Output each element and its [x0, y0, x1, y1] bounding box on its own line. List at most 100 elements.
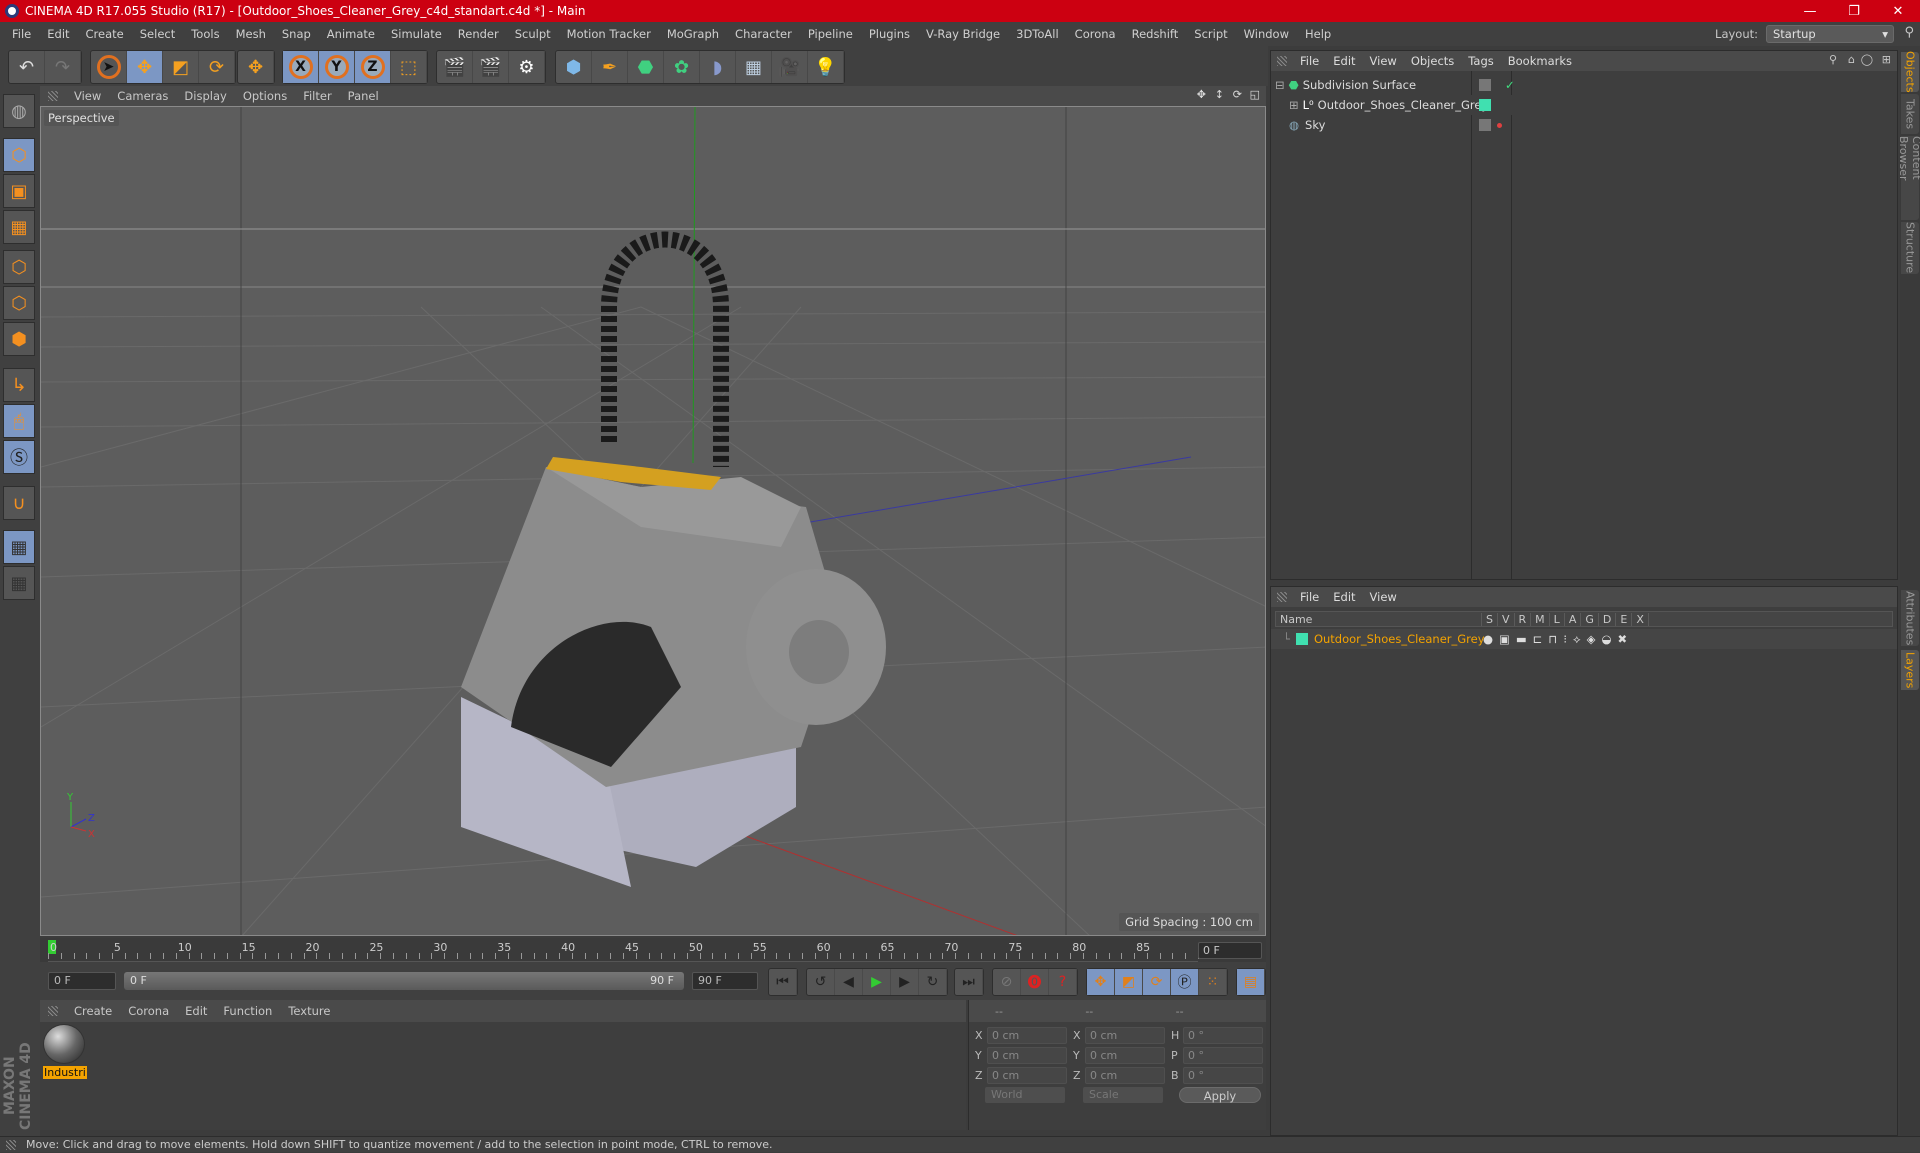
col-r[interactable]: R — [1515, 612, 1532, 626]
tab-takes[interactable]: Takes — [1901, 94, 1919, 134]
frame-range-slider[interactable]: 0 F 90 F — [124, 972, 684, 990]
layer-color-swatch[interactable] — [1295, 633, 1308, 645]
menu-window[interactable]: Window — [1236, 27, 1297, 41]
prev-key-icon[interactable]: ↺ — [807, 969, 835, 995]
om-menu-edit[interactable]: Edit — [1326, 54, 1362, 68]
layer-row[interactable]: └ Outdoor_Shoes_Cleaner_Grey ●▣▬⊏⊓⁝⟡◈◒✖ — [1271, 629, 1897, 649]
prev-frame-icon[interactable]: ◀ — [835, 969, 863, 995]
om-menu-view[interactable]: View — [1363, 54, 1404, 68]
menu-script[interactable]: Script — [1186, 27, 1235, 41]
tab-structure[interactable]: Structure — [1901, 222, 1919, 274]
col-d[interactable]: D — [1599, 612, 1617, 626]
menu-3dtoall[interactable]: 3DToAll — [1008, 27, 1067, 41]
timeline-icon[interactable]: ▤ — [1237, 969, 1265, 995]
col-l[interactable]: L — [1550, 612, 1565, 626]
menu-simulate[interactable]: Simulate — [383, 27, 450, 41]
scale-key-icon[interactable]: ◩ — [1115, 969, 1143, 995]
home-icon[interactable]: ⌂ — [1848, 53, 1855, 66]
lm-menu-file[interactable]: File — [1293, 590, 1326, 604]
restore-icon[interactable]: ❐ — [1832, 0, 1876, 22]
pos-y-field[interactable]: 0 cm — [987, 1046, 1067, 1064]
object-row[interactable]: ⊞ L⁰ Outdoor_Shoes_Cleaner_Grey — [1271, 95, 1897, 115]
material-menu-function[interactable]: Function — [215, 1004, 280, 1018]
menu-character[interactable]: Character — [727, 27, 800, 41]
om-menu-bookmarks[interactable]: Bookmarks — [1501, 54, 1579, 68]
col-name[interactable]: Name — [1276, 612, 1482, 626]
coord-mode-dropdown[interactable]: World — [985, 1087, 1065, 1103]
collapse-icon[interactable]: ⊟ — [1275, 78, 1285, 92]
render-picture-viewer-icon[interactable]: 🎬 — [473, 51, 509, 83]
viewport-perspective[interactable]: Y Z X Perspective Grid Spacing : 100 cm — [40, 106, 1266, 936]
go-end-icon[interactable]: ⏭ — [955, 969, 983, 995]
rot-p-field[interactable]: 0 ° — [1183, 1046, 1263, 1064]
end-frame-field[interactable]: 90 F — [692, 972, 758, 990]
play-icon[interactable]: ▶ — [863, 969, 891, 995]
menu-tools[interactable]: Tools — [183, 27, 227, 41]
tab-attributes[interactable]: Attributes — [1901, 590, 1919, 646]
col-g[interactable]: G — [1581, 612, 1599, 626]
rot-h-field[interactable]: 0 ° — [1183, 1026, 1263, 1044]
menu-corona[interactable]: Corona — [1067, 27, 1124, 41]
rotate-icon[interactable]: ⟳ — [199, 51, 235, 83]
panel-grip-icon[interactable] — [48, 91, 58, 101]
viewport-menu-filter[interactable]: Filter — [295, 89, 339, 103]
texture-mode-icon[interactable]: ▣ — [3, 174, 35, 208]
y-axis-icon[interactable]: Y — [319, 51, 355, 83]
minimize-icon[interactable]: — — [1788, 0, 1832, 22]
col-s[interactable]: S — [1482, 612, 1498, 626]
polygons-mode-icon[interactable]: ⬢ — [3, 322, 35, 356]
panel-grip-icon[interactable] — [48, 1006, 58, 1016]
move-icon[interactable]: ✥ — [127, 51, 163, 83]
pan-view-icon[interactable]: ✥ — [1197, 88, 1206, 101]
viewport-menu-view[interactable]: View — [66, 89, 109, 103]
new-panel-icon[interactable]: ⊞ — [1882, 53, 1891, 66]
rotate-key-icon[interactable]: ⟳ — [1143, 969, 1171, 995]
visibility-tag-icon[interactable] — [1479, 119, 1491, 131]
col-m[interactable]: M — [1531, 612, 1550, 626]
move-last-icon[interactable]: ✥ — [238, 51, 274, 83]
size-z-field[interactable]: 0 cm — [1085, 1066, 1165, 1084]
undo-icon[interactable]: ↶ — [9, 51, 45, 83]
render-dot-icon[interactable] — [1497, 122, 1502, 128]
menu-snap[interactable]: Snap — [274, 27, 319, 41]
maximize-view-icon[interactable]: ◱ — [1250, 88, 1260, 101]
zoom-view-icon[interactable]: ↕ — [1215, 88, 1224, 101]
model-mode-icon[interactable]: ⬡ — [3, 138, 35, 172]
scale-icon[interactable]: ◩ — [163, 51, 199, 83]
pos-z-field[interactable]: 0 cm — [987, 1066, 1067, 1084]
menu-file[interactable]: File — [4, 27, 39, 41]
render-settings-icon[interactable]: ⚙ — [509, 51, 545, 83]
viewport-menu-cameras[interactable]: Cameras — [109, 89, 176, 103]
z-axis-icon[interactable]: Z — [355, 51, 391, 83]
param-key-icon[interactable]: Ⓟ — [1171, 969, 1199, 995]
next-frame-icon[interactable]: ▶ — [891, 969, 919, 995]
tweak-mode-icon[interactable]: 🖱 — [3, 404, 35, 438]
workplane-lock-icon[interactable]: ▦ — [3, 530, 35, 564]
menu-help[interactable]: Help — [1297, 27, 1339, 41]
points-mode-icon[interactable]: ⬡ — [3, 250, 35, 284]
snap-icon[interactable]: ∪ — [3, 486, 35, 520]
size-x-field[interactable]: 0 cm — [1085, 1026, 1165, 1044]
col-a[interactable]: A — [1565, 612, 1582, 626]
om-menu-tags[interactable]: Tags — [1461, 54, 1500, 68]
tab-content-browser[interactable]: Content Browser — [1897, 136, 1920, 220]
search-icon[interactable]: ⚲ — [1829, 53, 1837, 66]
menu-redshift[interactable]: Redshift — [1124, 27, 1187, 41]
cube-icon[interactable]: ⬢ — [556, 51, 592, 83]
tab-layers[interactable]: Layers — [1901, 650, 1919, 690]
layer-toggle-icons[interactable]: ●▣▬⊏⊓⁝⟡◈◒✖ — [1483, 632, 1633, 647]
menu-select[interactable]: Select — [132, 27, 183, 41]
move-key-icon[interactable]: ✥ — [1087, 969, 1115, 995]
close-icon[interactable]: ✕ — [1876, 0, 1920, 22]
menu-edit[interactable]: Edit — [39, 27, 77, 41]
size-y-field[interactable]: 0 cm — [1085, 1046, 1165, 1064]
menu-render[interactable]: Render — [450, 27, 507, 41]
material-swatch[interactable]: Industri — [43, 1024, 87, 1082]
menu-motion-tracker[interactable]: Motion Tracker — [559, 27, 659, 41]
frame-ruler[interactable]: 051015202530354045505560657075808590 — [48, 938, 1214, 962]
tab-objects[interactable]: Objects — [1901, 51, 1919, 93]
panel-grip-icon[interactable] — [1277, 592, 1287, 602]
object-row[interactable]: ◍ Sky — [1271, 115, 1897, 135]
light-icon[interactable]: 💡 — [808, 51, 844, 83]
panel-grip-icon[interactable] — [1277, 56, 1287, 66]
